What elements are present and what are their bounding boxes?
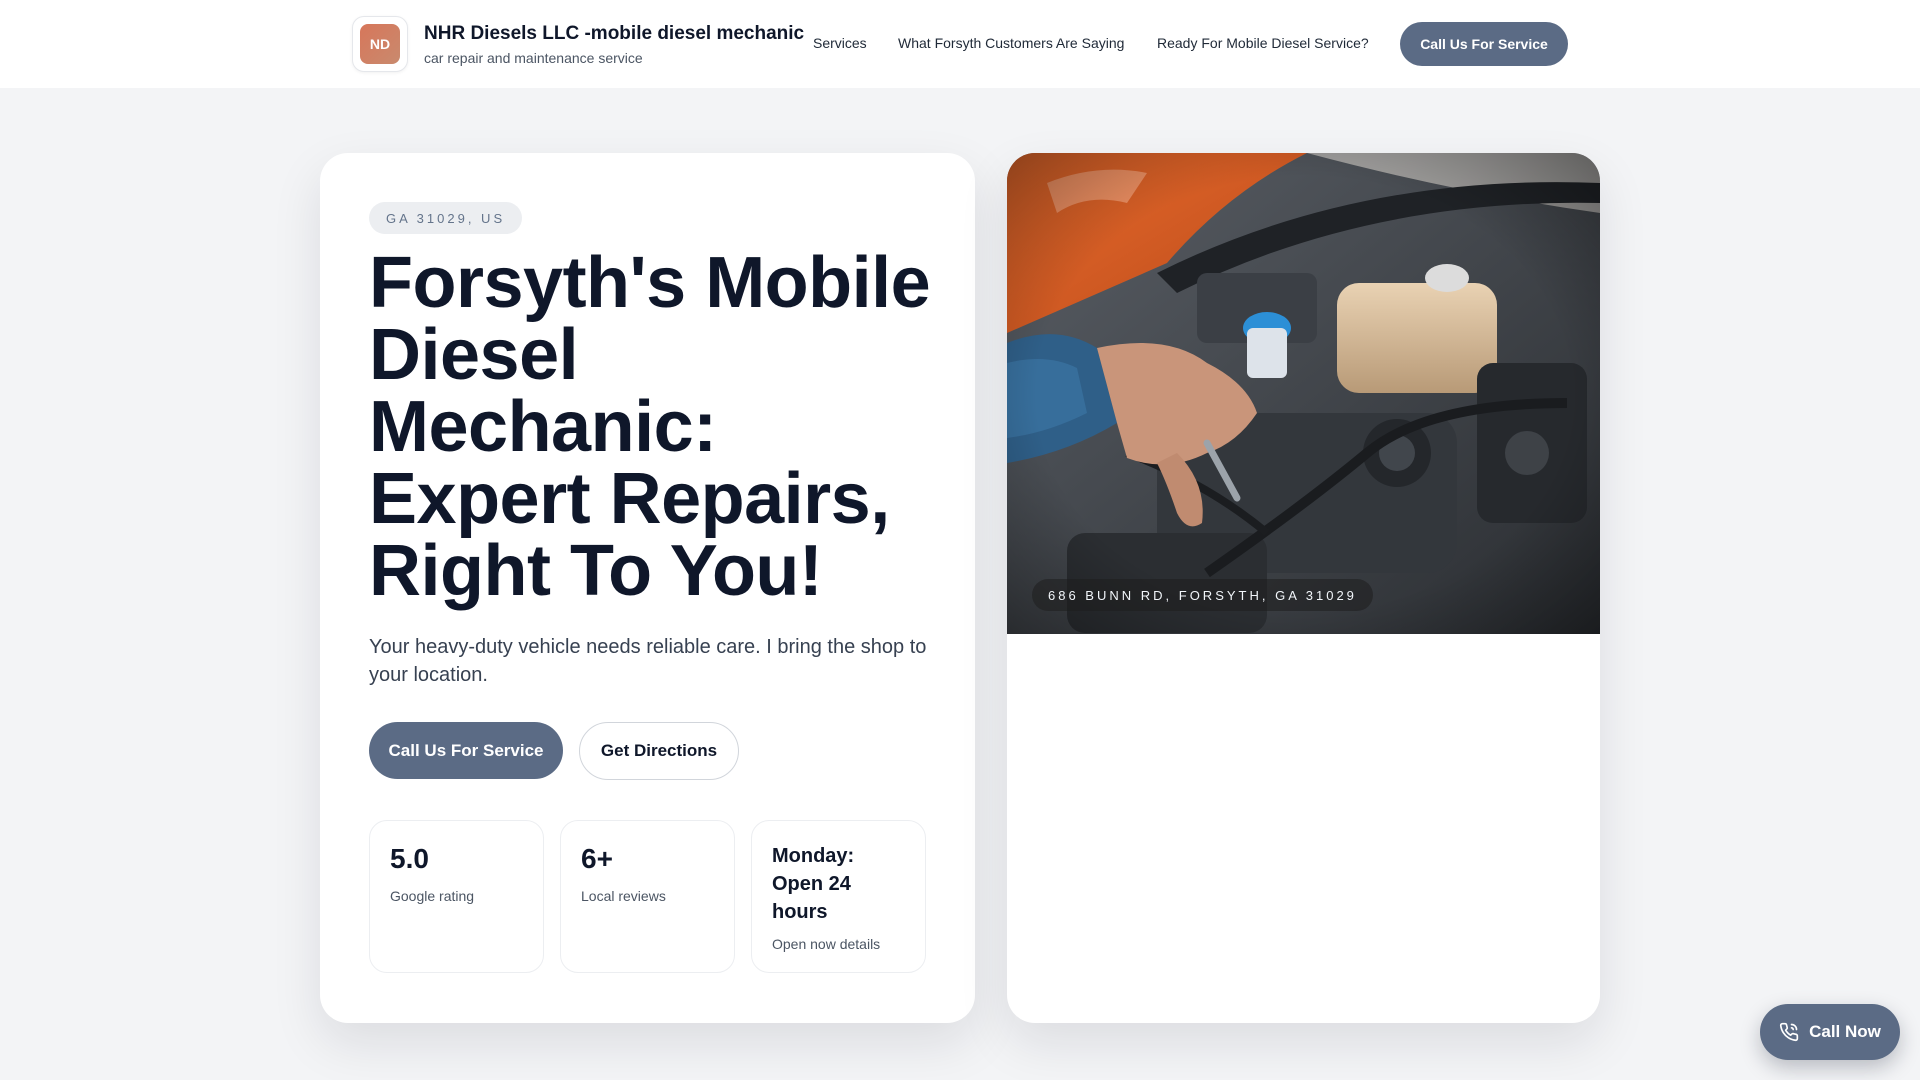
- address-chip: 686 BUNN RD, FORSYTH, GA 31029: [1032, 579, 1373, 611]
- stat-hours: Monday: Open 24 hours Open now details: [751, 820, 926, 973]
- nav-link-customer-reviews[interactable]: What Forsyth Customers Are Saying: [898, 35, 1124, 51]
- nav-link-ready-for-service[interactable]: Ready For Mobile Diesel Service?: [1157, 35, 1369, 51]
- engine-repair-photo: 686 BUNN RD, FORSYTH, GA 31029: [1007, 153, 1600, 634]
- stat-label: Google rating: [390, 888, 475, 904]
- hero-title: Forsyth's Mobile Diesel Mechanic: Expert…: [369, 243, 931, 611]
- brand-logo[interactable]: ND: [352, 16, 408, 72]
- call-now-label: Call Now: [1809, 1022, 1881, 1041]
- nav-link-services[interactable]: Services: [813, 35, 867, 51]
- header-call-button[interactable]: Call Us For Service: [1400, 22, 1568, 66]
- floating-call-now-button[interactable]: Call Now: [1760, 1004, 1900, 1060]
- call-for-service-button[interactable]: Call Us For Service: [369, 722, 563, 779]
- brand-name[interactable]: NHR Diesels LLC -mobile diesel mechanic: [424, 23, 804, 45]
- stat-value: 5.0: [390, 843, 429, 874]
- brand-logo-initials: ND: [360, 24, 400, 64]
- stat-value: 6+: [581, 843, 613, 874]
- phone-icon: [1779, 1022, 1799, 1042]
- hero-subtitle: Your heavy-duty vehicle needs reliable c…: [369, 636, 927, 686]
- location-chip: GA 31029, US: [369, 202, 523, 234]
- stat-google-rating: 5.0 Google rating: [369, 820, 544, 973]
- stat-label: Open now details: [772, 936, 881, 952]
- stat-label: Local reviews: [581, 888, 666, 904]
- stat-value: Monday: Open 24 hours: [772, 845, 855, 923]
- hero-card: GA 31029, US Forsyth's Mobile Diesel Mec…: [320, 153, 975, 1023]
- brand-tagline: car repair and maintenance service: [424, 50, 643, 66]
- get-directions-button[interactable]: Get Directions: [579, 722, 739, 780]
- media-card: 686 BUNN RD, FORSYTH, GA 31029: [1007, 153, 1600, 1023]
- site-header: ND NHR Diesels LLC -mobile diesel mechan…: [0, 0, 1920, 88]
- stat-local-reviews: 6+ Local reviews: [560, 820, 735, 973]
